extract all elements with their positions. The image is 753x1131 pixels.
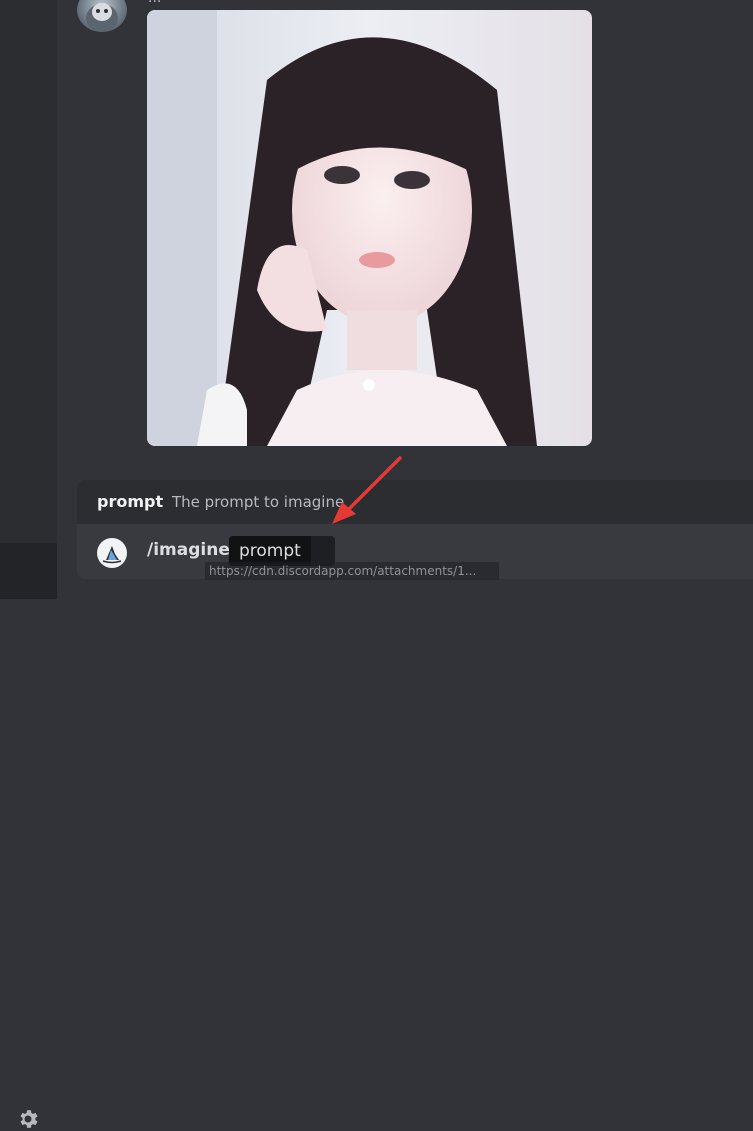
image-attachment[interactable] [147,10,592,446]
author-name[interactable]: ... [148,0,161,6]
option-name: prompt [97,492,164,511]
red-arrow-icon [332,456,402,524]
server-sidebar [0,0,57,599]
user-panel [0,543,57,1128]
midjourney-bot-icon [97,538,127,568]
link-tooltip: https://cdn.discordapp.com/attachments/1… [205,562,499,580]
gear-icon[interactable] [16,1107,40,1131]
command-option-popup[interactable]: prompt The prompt to imagine [77,480,753,524]
option-description: The prompt to imagine [172,493,345,511]
slash-command: /imagine [147,540,230,560]
portrait-image [147,10,592,446]
author-avatar[interactable] [77,0,127,32]
